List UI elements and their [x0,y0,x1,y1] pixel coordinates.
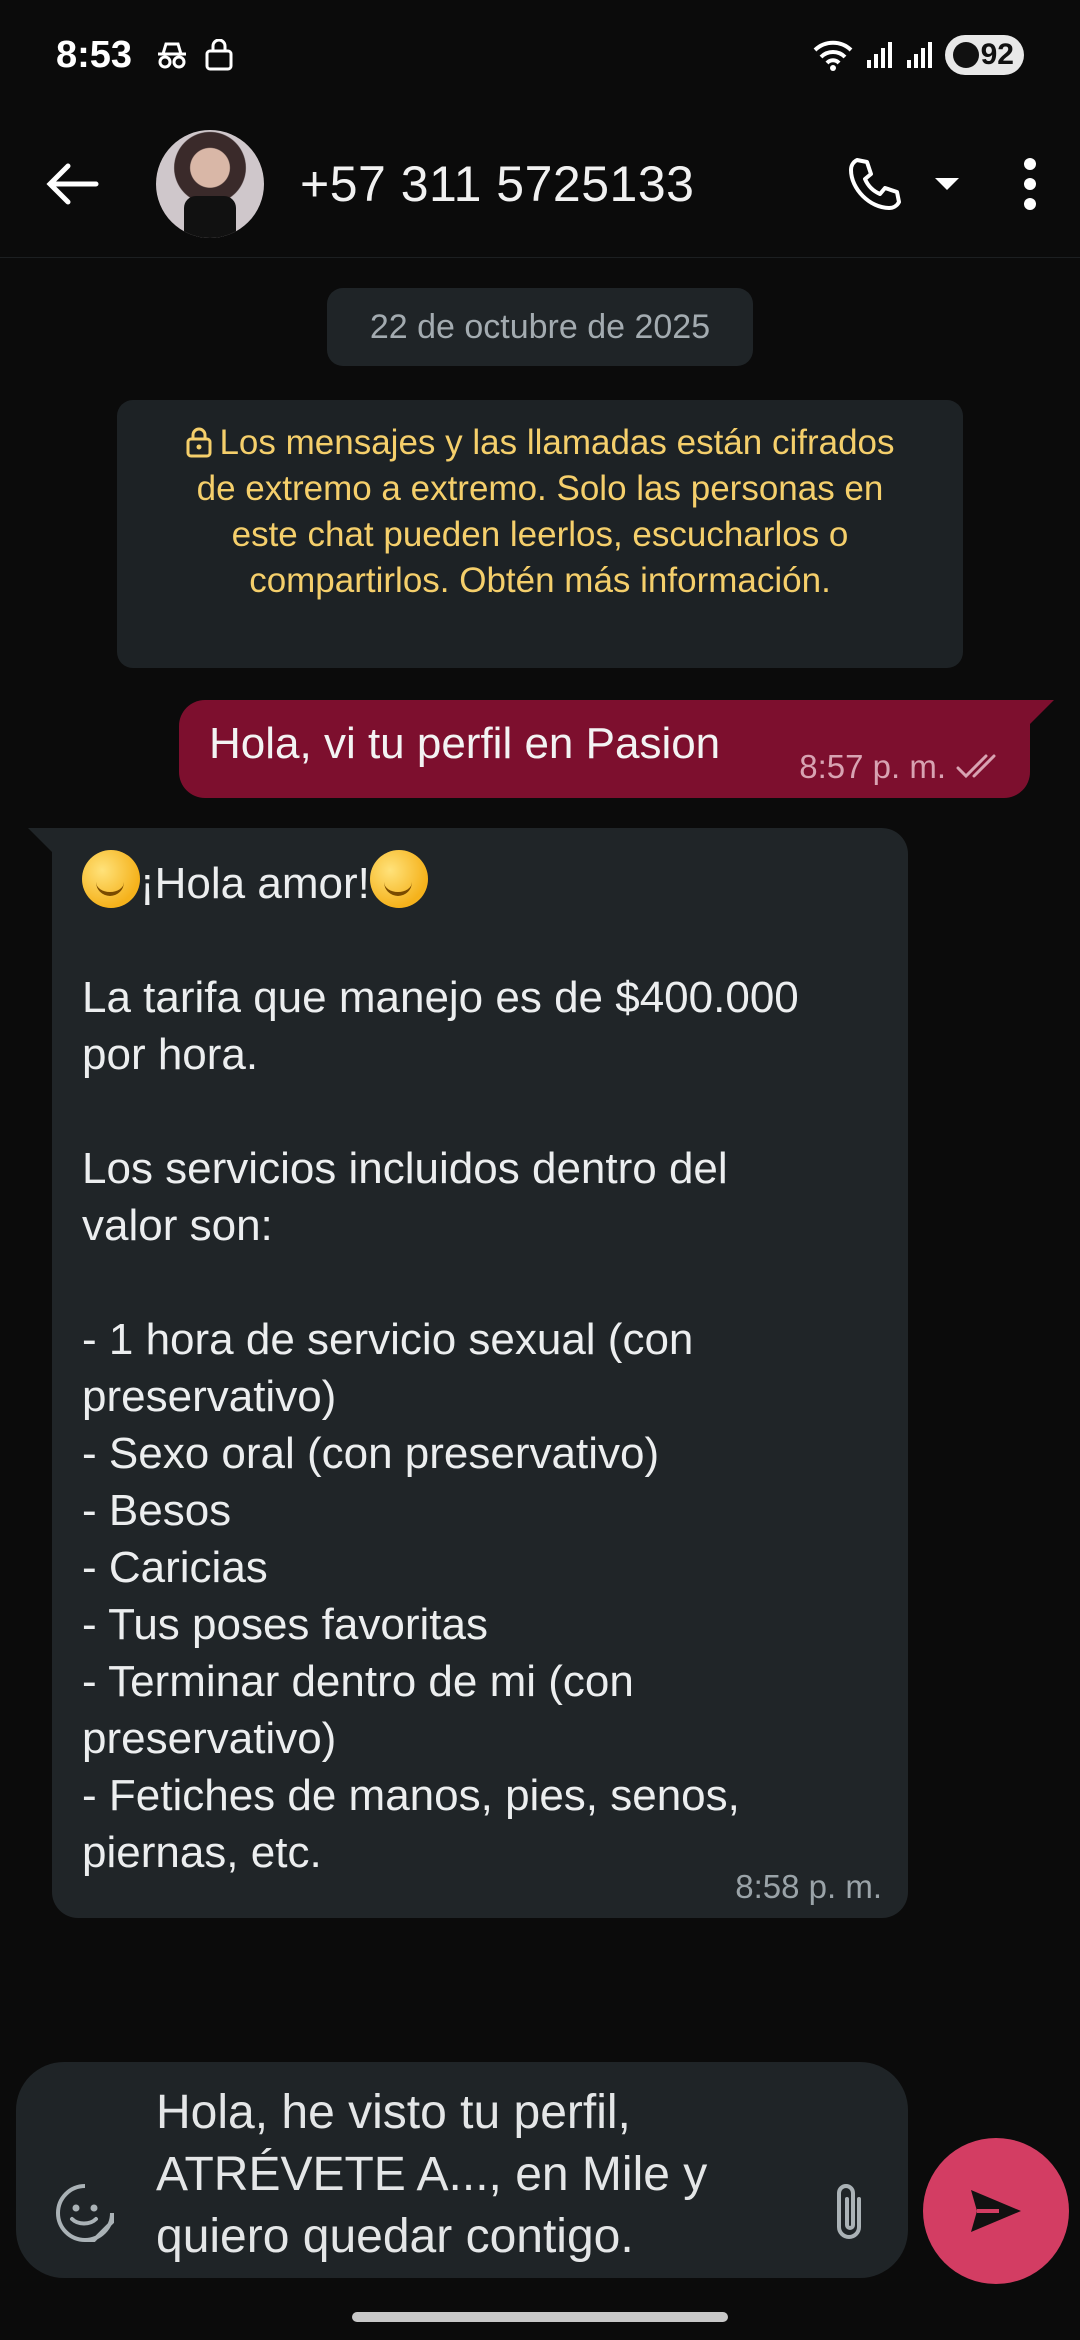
arrow-left-icon [46,163,99,204]
chat-area[interactable]: 22 de octubre de 2025 Los mensajes y las… [0,258,1080,2058]
incoming-message-line: La tarifa que manejo es de $400.000 [82,973,799,1022]
shop-icon [205,39,233,71]
caret-down-icon [935,177,959,190]
message-input[interactable]: Hola, he visto tu perfil, ATRÉVETE A...,… [156,2082,776,2268]
incoming-message-line: - Tus poses favoritas [82,1600,488,1649]
home-indicator[interactable] [352,2312,728,2322]
encryption-text: Los mensajes y las llamadas están cifrad… [196,423,895,600]
attach-button[interactable] [814,2178,884,2248]
outgoing-message-meta: 8:57 p. m. [799,748,1004,786]
signal-icon-2 [906,42,932,68]
incoming-greeting-line: ¡Hola amor! [82,850,878,912]
incoming-message-line [82,1083,878,1140]
incoming-message-line: - Sexo oral (con preservativo) [82,1429,660,1478]
phone-icon [849,157,901,210]
incoming-message-line: - Fetiches de manos, pies, senos, [82,1771,740,1820]
call-options-button[interactable] [922,159,972,209]
send-icon [971,2190,1021,2232]
incoming-message-line: - Terminar dentro de mi (con [82,1657,634,1706]
status-time: 8:53 [56,33,133,76]
date-chip: 22 de octubre de 2025 [327,288,753,366]
incoming-message-line: - Besos [82,1486,232,1535]
lock-icon [186,427,212,458]
encryption-notice[interactable]: Los mensajes y las llamadas están cifrad… [117,400,963,668]
melting-face-emoji-icon [369,850,428,908]
incoming-message[interactable]: ¡Hola amor! La tarifa que manejo es de $… [28,828,908,1918]
sticker-button[interactable] [50,2178,120,2248]
incognito-icon [158,42,187,69]
sticker-icon [56,2184,114,2242]
incoming-message-line [82,1254,878,1311]
back-button[interactable] [34,146,110,222]
incoming-greeting: ¡Hola amor! [140,859,370,908]
more-vertical-icon [1024,157,1036,210]
paperclip-icon [837,2184,861,2239]
battery-level: 92 [980,38,1014,71]
more-options-button[interactable] [1000,149,1060,219]
incoming-message-line: Los servicios incluidos dentro del [82,1144,728,1193]
call-button[interactable] [840,149,910,219]
incoming-message-line: por hora. [82,1030,259,1079]
status-right: 92 [811,35,1024,75]
send-button[interactable] [923,2138,1069,2284]
double-check-icon [956,754,996,779]
incoming-message-line: preservativo) [82,1372,337,1421]
incoming-message-time: 8:58 p. m. [735,1868,882,1905]
status-bar: 8:53 92 [0,0,1080,110]
wifi-icon [813,40,853,71]
outgoing-message-time: 8:57 p. m. [799,748,946,785]
incoming-message-line: valor son: [82,1201,273,1250]
incoming-message-line: - Caricias [82,1543,268,1592]
chat-header: +57 311 5725133 [0,110,1080,258]
status-left-icons [154,39,234,71]
outgoing-message-text: Hola, vi tu perfil en Pasion [209,719,721,768]
avatar[interactable] [156,129,264,238]
header-actions [840,149,1080,219]
melting-face-emoji-icon [82,850,140,908]
battery-indicator: 92 [944,35,1024,75]
incoming-message-line: - 1 hora de servicio sexual (con [82,1315,694,1364]
incoming-message-line: preservativo) [82,1714,337,1763]
signal-icon-1 [866,42,892,68]
contact-name[interactable]: +57 311 5725133 [300,155,694,213]
battery-saver-icon [952,42,979,68]
outgoing-message[interactable]: Hola, vi tu perfil en Pasion 8:57 p. m. [179,700,1054,798]
incoming-message-line [82,912,878,969]
message-composer: Hola, he visto tu perfil, ATRÉVETE A...,… [16,2062,908,2278]
